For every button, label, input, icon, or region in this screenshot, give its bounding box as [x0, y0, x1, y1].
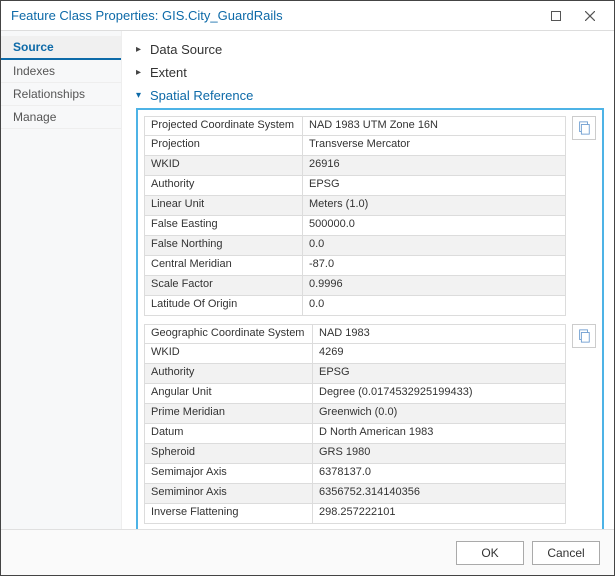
table-row: Angular UnitDegree (0.0174532925199433): [144, 384, 566, 404]
title-bar: Feature Class Properties: GIS.City_Guard…: [1, 1, 614, 31]
row-label: Geographic Coordinate System: [145, 325, 313, 343]
table-row: Projected Coordinate SystemNAD 1983 UTM …: [144, 116, 566, 136]
sidebar-item-indexes[interactable]: Indexes: [1, 60, 121, 83]
chevron-right-icon: ▸: [136, 67, 146, 78]
sidebar-item-label: Source: [13, 40, 54, 54]
row-value: 26916: [303, 156, 565, 175]
section-extent[interactable]: ▸ Extent: [136, 62, 604, 83]
row-label: Linear Unit: [145, 196, 303, 215]
row-value: 0.9996: [303, 276, 565, 295]
row-value: 6378137.0: [313, 464, 565, 483]
table-row: False Easting500000.0: [144, 216, 566, 236]
section-spatial-reference: ▾ Spatial Reference Projected Coordinate …: [136, 85, 604, 529]
row-label: Projection: [145, 136, 303, 155]
spatial-reference-body: Projected Coordinate SystemNAD 1983 UTM …: [136, 108, 604, 529]
row-label: Datum: [145, 424, 313, 443]
table-row: ProjectionTransverse Mercator: [144, 136, 566, 156]
row-label: Inverse Flattening: [145, 504, 313, 523]
table-row: Geographic Coordinate SystemNAD 1983: [144, 324, 566, 344]
row-value: D North American 1983: [313, 424, 565, 443]
row-value: Transverse Mercator: [303, 136, 565, 155]
chevron-right-icon: ▸: [136, 44, 146, 55]
table-row: Inverse Flattening298.257222101: [144, 504, 566, 524]
row-value: Degree (0.0174532925199433): [313, 384, 565, 403]
row-label: Prime Meridian: [145, 404, 313, 423]
cancel-button[interactable]: Cancel: [532, 541, 600, 565]
table-row: Semimajor Axis6378137.0: [144, 464, 566, 484]
copy-icon: [577, 121, 591, 135]
row-value: EPSG: [313, 364, 565, 383]
table-row: AuthorityEPSG: [144, 364, 566, 384]
row-value: EPSG: [303, 176, 565, 195]
row-label: False Easting: [145, 216, 303, 235]
row-value: -87.0: [303, 256, 565, 275]
window-controls: [540, 2, 606, 30]
maximize-icon[interactable]: [540, 2, 572, 30]
table-row: False Northing0.0: [144, 236, 566, 256]
sidebar-item-label: Relationships: [13, 87, 85, 101]
chevron-down-icon: ▾: [136, 90, 146, 101]
copy-icon: [577, 329, 591, 343]
table-row: Scale Factor0.9996: [144, 276, 566, 296]
table-row: WKID26916: [144, 156, 566, 176]
row-value: NAD 1983: [313, 325, 565, 343]
row-value: 6356752.314140356: [313, 484, 565, 503]
section-title: Spatial Reference: [150, 88, 253, 103]
row-value: GRS 1980: [313, 444, 565, 463]
projected-block: Projected Coordinate SystemNAD 1983 UTM …: [144, 116, 596, 316]
sidebar: Source Indexes Relationships Manage: [1, 31, 122, 529]
row-label: Semiminor Axis: [145, 484, 313, 503]
row-label: Central Meridian: [145, 256, 303, 275]
row-label: False Northing: [145, 236, 303, 255]
table-row: Prime MeridianGreenwich (0.0): [144, 404, 566, 424]
sidebar-item-label: Manage: [13, 110, 56, 124]
table-row: Semiminor Axis6356752.314140356: [144, 484, 566, 504]
row-value: 0.0: [303, 236, 565, 255]
row-label: Projected Coordinate System: [145, 117, 303, 135]
geographic-block: Geographic Coordinate SystemNAD 1983WKID…: [144, 324, 596, 524]
sidebar-item-manage[interactable]: Manage: [1, 106, 121, 129]
row-label: Authority: [145, 364, 313, 383]
table-row: Linear UnitMeters (1.0): [144, 196, 566, 216]
row-value: 298.257222101: [313, 504, 565, 523]
table-row: AuthorityEPSG: [144, 176, 566, 196]
row-label: Spheroid: [145, 444, 313, 463]
footer: OK Cancel: [1, 529, 614, 575]
row-value: NAD 1983 UTM Zone 16N: [303, 117, 565, 135]
sidebar-item-label: Indexes: [13, 64, 55, 78]
sidebar-item-source[interactable]: Source: [1, 36, 121, 60]
row-label: Angular Unit: [145, 384, 313, 403]
row-label: Semimajor Axis: [145, 464, 313, 483]
row-value: 0.0: [303, 296, 565, 315]
row-label: Latitude Of Origin: [145, 296, 303, 315]
section-title: Extent: [150, 65, 187, 80]
row-value: 500000.0: [303, 216, 565, 235]
row-value: Meters (1.0): [303, 196, 565, 215]
row-label: WKID: [145, 344, 313, 363]
ok-button[interactable]: OK: [456, 541, 524, 565]
row-value: 4269: [313, 344, 565, 363]
copy-geographic-button[interactable]: [572, 324, 596, 348]
table-row: Latitude Of Origin0.0: [144, 296, 566, 316]
table-row: Central Meridian-87.0: [144, 256, 566, 276]
row-label: Scale Factor: [145, 276, 303, 295]
table-row: DatumD North American 1983: [144, 424, 566, 444]
row-label: Authority: [145, 176, 303, 195]
close-icon[interactable]: [574, 2, 606, 30]
section-data-source[interactable]: ▸ Data Source: [136, 39, 604, 60]
row-value: Greenwich (0.0): [313, 404, 565, 423]
sidebar-item-relationships[interactable]: Relationships: [1, 83, 121, 106]
section-header-spatial-reference[interactable]: ▾ Spatial Reference: [136, 85, 604, 106]
main-area: Source Indexes Relationships Manage ▸ Dat…: [1, 31, 614, 529]
table-row: WKID4269: [144, 344, 566, 364]
row-label: WKID: [145, 156, 303, 175]
content-panel: ▸ Data Source ▸ Extent ▾ Spatial Reference …: [122, 31, 614, 529]
table-row: SpheroidGRS 1980: [144, 444, 566, 464]
window-title: Feature Class Properties: GIS.City_Guard…: [11, 8, 540, 23]
section-title: Data Source: [150, 42, 222, 57]
copy-projected-button[interactable]: [572, 116, 596, 140]
